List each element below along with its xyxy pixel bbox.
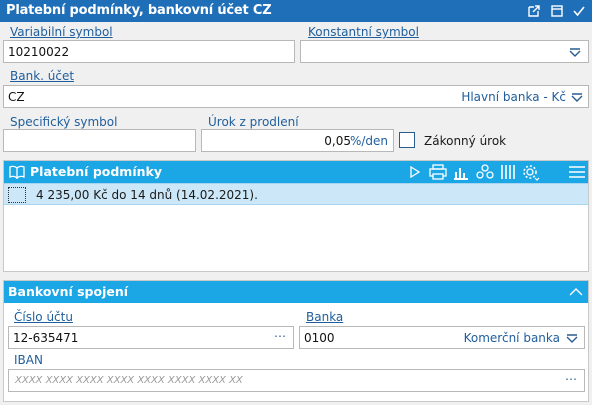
- bank-connection-header: Bankovní spojení: [4, 281, 588, 303]
- payment-terms-title: Platební podmínky: [30, 164, 162, 179]
- chart-icon[interactable]: [453, 164, 469, 180]
- row-selector[interactable]: [8, 187, 26, 203]
- payment-term-text: 4 235,00 Kč do 14 dnů (14.02.2021).: [36, 188, 258, 202]
- late-interest-label: Úrok z prodlení: [208, 115, 299, 129]
- late-interest-input[interactable]: 0,05 %/den: [201, 129, 394, 152]
- grouping-icon[interactable]: [476, 164, 494, 180]
- bank-input[interactable]: 0100 Komerční banka: [299, 326, 585, 349]
- columns-icon[interactable]: [500, 164, 516, 180]
- account-number-label: Číslo účtu: [14, 310, 73, 324]
- specific-symbol-input[interactable]: [3, 129, 196, 152]
- more-icon[interactable]: ⋯: [274, 329, 287, 343]
- payment-terms-header: Platební podmínky: [4, 161, 588, 183]
- variable-symbol-label: Variabilní symbol: [10, 25, 113, 39]
- chevron-up-icon[interactable]: [569, 286, 583, 298]
- more-icon[interactable]: ⋯: [565, 372, 578, 386]
- chevron-down-icon[interactable]: [566, 333, 578, 343]
- payment-terms-section: Platební podmínky 4 235,00 Kč do 14 dnů …: [3, 160, 589, 272]
- bank-account-input[interactable]: CZ Hlavní banka - Kč: [3, 85, 589, 108]
- maximize-icon[interactable]: [550, 4, 564, 18]
- iban-input[interactable]: XXXX XXXX XXXX XXXX XXXX XXXX XXXX XX ⋯: [8, 369, 585, 392]
- table-row[interactable]: 4 235,00 Kč do 14 dnů (14.02.2021).: [4, 183, 588, 205]
- bank-label: Banka: [306, 310, 344, 324]
- chevron-down-icon[interactable]: [571, 92, 583, 102]
- bank-code-value: 0100: [304, 331, 335, 345]
- account-number-input[interactable]: 12-635471 ⋯: [8, 326, 294, 349]
- book-icon: [9, 165, 25, 179]
- play-icon[interactable]: [409, 166, 421, 178]
- statutory-interest-checkbox[interactable]: [399, 132, 415, 148]
- variable-symbol-value: 10210022: [8, 45, 70, 59]
- constant-symbol-label: Konstantní symbol: [308, 25, 419, 39]
- bank-name-value: Komerční banka: [463, 331, 560, 345]
- account-number-value: 12-635471: [13, 331, 79, 345]
- settings-icon[interactable]: [522, 164, 540, 182]
- bank-account-bank-name: Hlavní banka - Kč: [461, 90, 566, 104]
- iban-placeholder: XXXX XXXX XXXX XXXX XXXX XXXX XXXX XX: [15, 375, 243, 386]
- chevron-down-icon[interactable]: [569, 47, 581, 57]
- window-titlebar: Platební podmínky, bankovní účet CZ: [0, 0, 592, 22]
- late-interest-value: 0,05: [324, 134, 351, 148]
- constant-symbol-input[interactable]: [300, 40, 589, 63]
- late-interest-unit: %/den: [349, 134, 388, 148]
- bank-connection-title: Bankovní spojení: [8, 284, 129, 299]
- window-title: Platební podmínky, bankovní účet CZ: [6, 3, 272, 18]
- check-icon[interactable]: [572, 4, 586, 18]
- variable-symbol-input[interactable]: 10210022: [3, 40, 295, 63]
- bank-account-value: CZ: [8, 90, 25, 104]
- external-link-icon[interactable]: [527, 4, 541, 18]
- menu-icon[interactable]: [568, 165, 586, 179]
- printer-icon[interactable]: [429, 164, 447, 180]
- iban-label: IBAN: [14, 353, 43, 367]
- bank-account-label: Bank. účet: [10, 69, 75, 83]
- statutory-interest-label: Zákonný úrok: [424, 134, 507, 148]
- specific-symbol-label: Specifický symbol: [10, 115, 118, 129]
